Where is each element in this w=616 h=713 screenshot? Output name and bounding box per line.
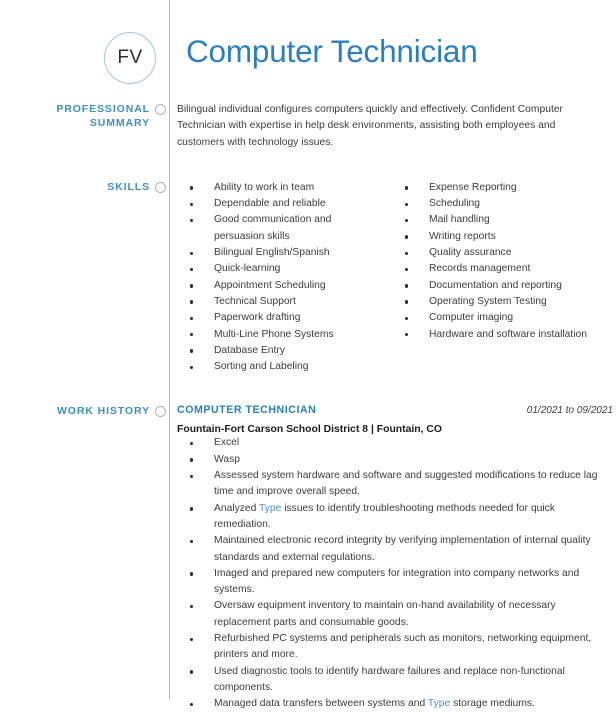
job-bullet-item: Assessed system hardware and software an… bbox=[177, 468, 606, 501]
skill-item: Database Entry bbox=[177, 343, 377, 359]
monogram-initials: FV bbox=[117, 47, 143, 68]
page-title: Computer Technician bbox=[186, 33, 478, 69]
skill-item: Scheduling bbox=[392, 196, 587, 212]
skill-item: Appointment Scheduling bbox=[177, 278, 377, 294]
job-bullet-item: Analyzed Type issues to identify trouble… bbox=[177, 501, 606, 534]
job-bullet-item: Maintained electronic record integrity b… bbox=[177, 533, 606, 566]
section-label-work-history: WORK HISTORY bbox=[56, 405, 150, 418]
section-skills: SKILLS Ability to work in team Dependable… bbox=[0, 180, 616, 376]
job-header: COMPUTER TECHNICIAN 01/2021 to 09/2021 bbox=[177, 404, 616, 416]
job-bullet-item: Managed data transfers between systems a… bbox=[177, 696, 606, 712]
job-bullet-item: Excel bbox=[177, 435, 606, 451]
skills-column-right: Expense Reporting Scheduling Mail handling… bbox=[392, 180, 587, 376]
job-employer: Fountain-Fort Carson School District 8 |… bbox=[177, 424, 442, 436]
summary-content: Bilingual individual configures computer… bbox=[160, 102, 616, 151]
monogram-avatar: FV bbox=[104, 32, 156, 84]
summary-label-line1: PROFESSIONAL bbox=[56, 103, 150, 115]
job-bullet-item: Wasp bbox=[177, 452, 606, 468]
skill-item: Paperwork drafting bbox=[177, 310, 377, 326]
skill-item: Good communication and persuasion skills bbox=[177, 212, 377, 245]
job-bullet-item: Used diagnostic tools to identify hardwa… bbox=[177, 664, 606, 697]
job-bullet-list: Excel Wasp Assessed system hardware and so… bbox=[177, 435, 616, 712]
resume-header: FV Computer Technician bbox=[0, 0, 616, 92]
section-work-history: WORK HISTORY COMPUTER TECHNICIAN 01/2021 … bbox=[0, 404, 616, 712]
placeholder-token[interactable]: Type bbox=[259, 503, 281, 514]
skill-item: Operating System Testing bbox=[392, 294, 587, 310]
skills-list-left: Ability to work in team Dependable and re… bbox=[177, 180, 377, 376]
skill-item: Expense Reporting bbox=[392, 180, 587, 196]
skill-item: Sorting and Labeling bbox=[177, 359, 377, 375]
job-bullet-item: Imaged and prepared new computers for in… bbox=[177, 566, 606, 599]
skills-list-right: Expense Reporting Scheduling Mail handling… bbox=[392, 180, 587, 343]
section-label-summary: PROFESSIONAL SUMMARY bbox=[0, 102, 160, 130]
summary-label-line2: SUMMARY bbox=[89, 117, 150, 129]
skills-column-left: Ability to work in team Dependable and re… bbox=[177, 180, 377, 376]
skill-item: Ability to work in team bbox=[177, 180, 377, 196]
work-history-content: COMPUTER TECHNICIAN 01/2021 to 09/2021 Fou… bbox=[160, 404, 616, 712]
skill-item: Quick-learning bbox=[177, 261, 377, 277]
summary-paragraph: Bilingual individual configures computer… bbox=[177, 104, 563, 148]
job-title: COMPUTER TECHNICIAN bbox=[177, 404, 317, 417]
section-label-skills: SKILLS bbox=[107, 180, 150, 193]
skill-item: Hardware and software installation bbox=[392, 327, 587, 343]
resume-page: FV Computer Technician PROFESSIONAL SUMM… bbox=[0, 0, 616, 709]
skill-item: Writing reports bbox=[392, 229, 587, 245]
skill-item: Technical Support bbox=[177, 294, 377, 310]
job-dates: 01/2021 to 09/2021 bbox=[526, 405, 613, 417]
skill-item: Documentation and reporting bbox=[392, 278, 587, 294]
section-professional-summary: PROFESSIONAL SUMMARY Bilingual individua… bbox=[0, 102, 616, 151]
skill-item: Multi-Line Phone Systems bbox=[177, 327, 377, 343]
skill-item: Dependable and reliable bbox=[177, 196, 377, 212]
skill-item: Computer imaging bbox=[392, 310, 587, 326]
skill-item: Quality assurance bbox=[392, 245, 587, 261]
job-bullet-item: Refurbished PC systems and peripherals s… bbox=[177, 631, 606, 664]
skill-item: Bilingual English/Spanish bbox=[177, 245, 377, 261]
skill-item: Records management bbox=[392, 261, 587, 277]
skills-content: Ability to work in team Dependable and re… bbox=[160, 180, 616, 376]
job-bullet-item: Oversaw equipment inventory to maintain … bbox=[177, 598, 606, 631]
skill-item: Mail handling bbox=[392, 212, 587, 228]
